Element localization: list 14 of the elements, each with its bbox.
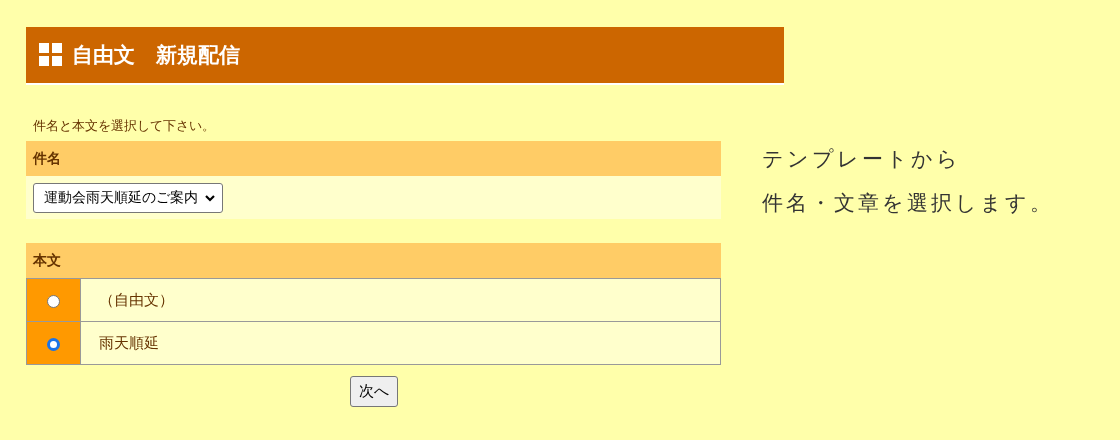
section-heading: 件名: [33, 149, 61, 168]
option-label: （自由文）: [99, 290, 174, 309]
radio-button[interactable]: [47, 294, 60, 308]
radio-button[interactable]: [47, 337, 60, 351]
chevron-down-icon: [204, 192, 216, 203]
grid-icon: [39, 43, 63, 67]
note-text: 件名・文章を選択します。: [762, 190, 1054, 217]
section-heading: 本文: [33, 251, 61, 270]
option-label: 雨天順延: [99, 333, 159, 352]
next-button[interactable]: 次へ: [349, 376, 398, 407]
note-text: テンプレートから: [762, 146, 962, 173]
page-title: 自由文 新規配信: [72, 42, 240, 69]
instruction-text: 件名と本文を選択して下さい。: [32, 117, 216, 135]
subject-select[interactable]: 運動会雨天順延のご案内: [33, 182, 223, 213]
